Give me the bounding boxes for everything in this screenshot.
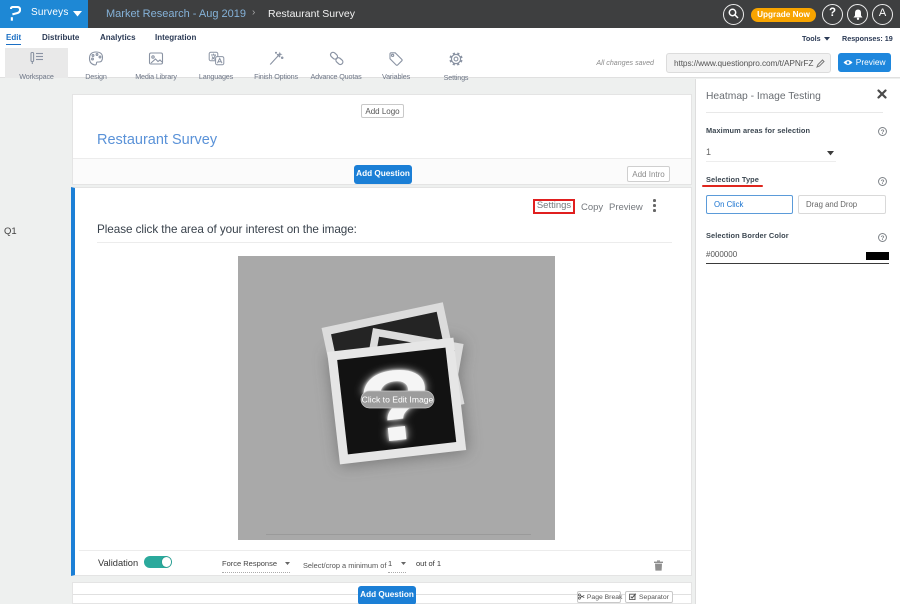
svg-text:?: ? bbox=[881, 179, 885, 186]
svg-text:Click to Edit Image: Click to Edit Image bbox=[362, 395, 434, 405]
svg-text:?: ? bbox=[881, 234, 885, 241]
svg-text:?: ? bbox=[881, 129, 885, 136]
